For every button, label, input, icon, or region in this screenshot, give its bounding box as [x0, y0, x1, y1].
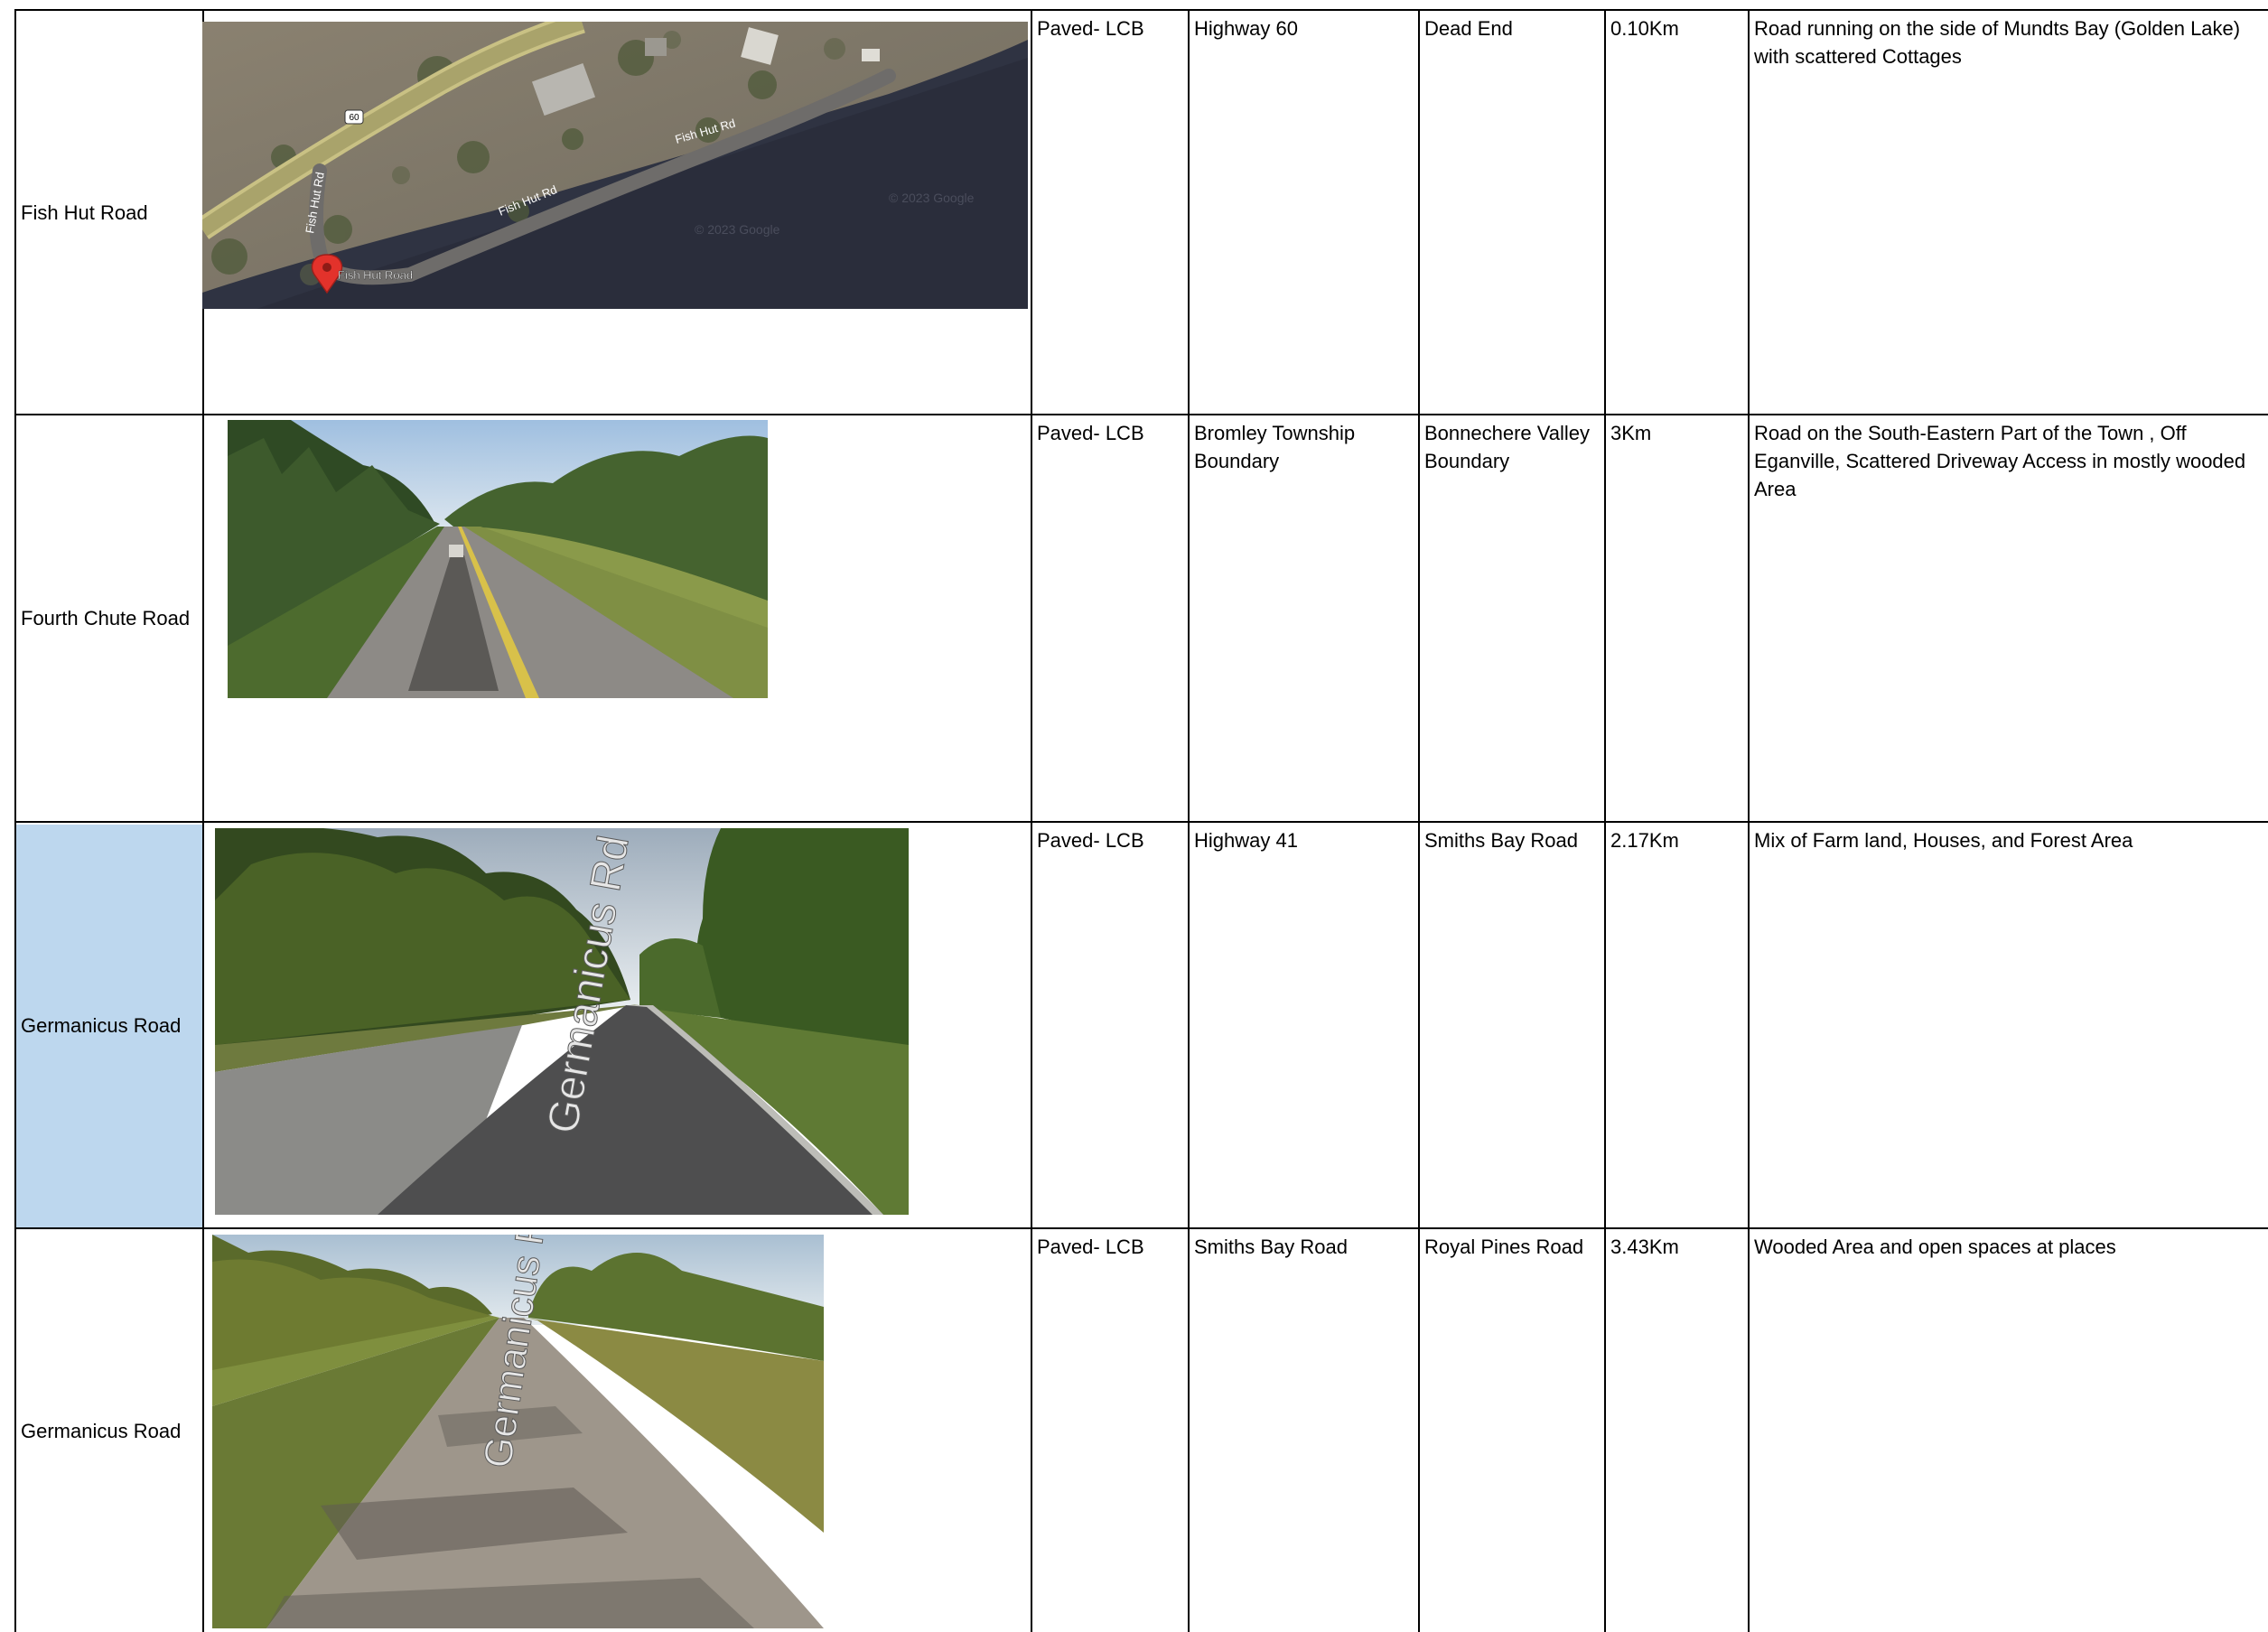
map-watermark: © 2023 Google: [889, 191, 975, 205]
table-row-3-surface-cell[interactable]: Paved- LCB: [1032, 823, 1188, 1227]
table-row-3-to-cell[interactable]: Smiths Bay Road: [1420, 823, 1604, 1227]
table-row-1-to-cell[interactable]: Dead End: [1420, 11, 1604, 414]
table-row-1-surface-cell[interactable]: Paved- LCB: [1032, 11, 1188, 414]
table-row-3-description-cell[interactable]: Mix of Farm land, Houses, and Forest Are…: [1750, 823, 2268, 1227]
table-row-4-from-cell[interactable]: Smiths Bay Road: [1190, 1229, 1418, 1632]
table-row-2-length-cell[interactable]: 3Km: [1606, 415, 1748, 821]
road-description: Road on the South-Eastern Part of the To…: [1754, 422, 2246, 500]
table-row-3-name-cell[interactable]: Germanicus Road: [16, 823, 202, 1227]
table-row-1-length-cell[interactable]: 0.10Km: [1606, 11, 1748, 414]
road-from: Highway 60: [1194, 17, 1298, 40]
highway-shield-icon: 60: [344, 109, 364, 125]
table-row-4-to-cell[interactable]: Royal Pines Road: [1420, 1229, 1604, 1632]
road-length: 3Km: [1610, 422, 1652, 444]
table-row-2-description-cell[interactable]: Road on the South-Eastern Part of the To…: [1750, 415, 2268, 821]
road-to: Royal Pines Road: [1424, 1236, 1584, 1258]
table-row-2-from-cell[interactable]: Bromley Township Boundary: [1190, 415, 1418, 821]
road-from: Bromley Township Boundary: [1194, 422, 1356, 472]
road-from: Smiths Bay Road: [1194, 1236, 1348, 1258]
road-description: Wooded Area and open spaces at places: [1754, 1236, 2116, 1258]
map-watermark: © 2023 Google: [695, 222, 780, 237]
road-street-view-image: Germanicus Rd: [215, 828, 909, 1215]
road-name: Germanicus Road: [21, 1419, 182, 1442]
road-description: Mix of Farm land, Houses, and Forest Are…: [1754, 829, 2133, 852]
road-to: Bonnechere Valley Boundary: [1424, 422, 1591, 472]
road-name: Fish Hut Road: [21, 201, 148, 224]
table-row-1-from-cell[interactable]: Highway 60: [1190, 11, 1418, 414]
table-row-2-to-cell[interactable]: Bonnechere Valley Boundary: [1420, 415, 1604, 821]
surface-type: Paved- LCB: [1037, 17, 1144, 40]
table-row-4-name-cell[interactable]: Germanicus Road: [16, 1229, 202, 1632]
road-to: Dead End: [1424, 17, 1513, 40]
table-row-3-from-cell[interactable]: Highway 41: [1190, 823, 1418, 1227]
road-length: 0.10Km: [1610, 17, 1679, 40]
table-row-2-surface-cell[interactable]: Paved- LCB: [1032, 415, 1188, 821]
table-row-1-description-cell[interactable]: Road running on the side of Mundts Bay (…: [1750, 11, 2268, 414]
surface-type: Paved- LCB: [1037, 1236, 1144, 1258]
road-name: Fourth Chute Road: [21, 607, 191, 629]
table-row-4-description-cell[interactable]: Wooded Area and open spaces at places: [1750, 1229, 2268, 1632]
table-row-1-name-cell[interactable]: Fish Hut Road: [16, 11, 202, 414]
road-name: Germanicus Road: [21, 1013, 182, 1037]
table-row-4-surface-cell[interactable]: Paved- LCB: [1032, 1229, 1188, 1632]
pin-label: Fish Hut Road: [338, 268, 413, 282]
road-description: Road running on the side of Mundts Bay (…: [1754, 17, 2241, 68]
table-row-2-name-cell[interactable]: Fourth Chute Road: [16, 415, 202, 821]
road-length: 2.17Km: [1610, 829, 1679, 852]
road-length: 3.43Km: [1610, 1236, 1679, 1258]
table-row-4-length-cell[interactable]: 3.43Km: [1606, 1229, 1748, 1632]
table-row-3-length-cell[interactable]: 2.17Km: [1606, 823, 1748, 1227]
road-to: Smiths Bay Road: [1424, 829, 1578, 852]
road-street-view-image: Germanicus Rd: [212, 1235, 824, 1628]
road-map-image: 60 Fish Hut Rd Fish Hut Rd Fish Hut Rd ©…: [202, 22, 1028, 309]
svg-text:60: 60: [349, 113, 359, 123]
spreadsheet-table: Fish Hut Road 60 Fish Hut Rd Fish Hut Rd…: [14, 9, 2268, 1632]
surface-type: Paved- LCB: [1037, 422, 1144, 444]
road-from: Highway 41: [1194, 829, 1298, 852]
road-street-view-image: [228, 420, 768, 698]
surface-type: Paved- LCB: [1037, 829, 1144, 852]
